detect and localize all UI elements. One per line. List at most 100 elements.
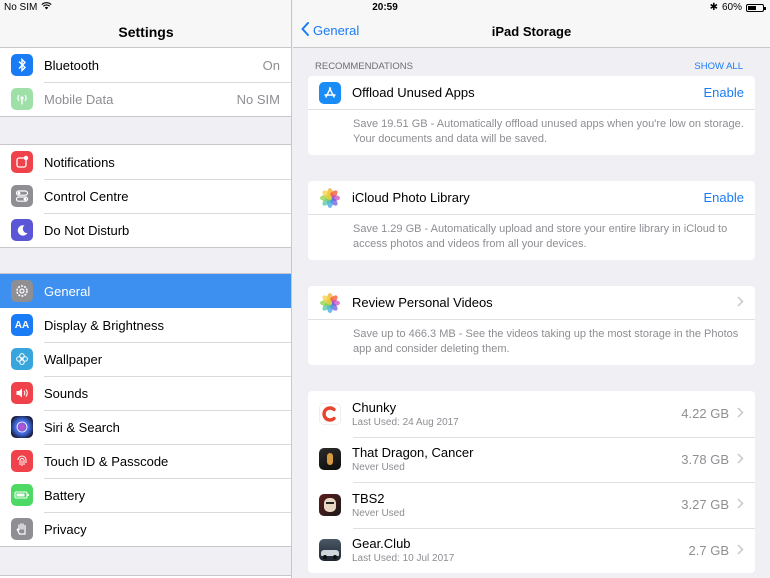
enable-button[interactable]: Enable: [704, 190, 744, 205]
sidebar-item-label: Do Not Disturb: [44, 222, 130, 238]
sidebar-item-label: Privacy: [44, 521, 87, 537]
recommendation-title: Offload Unused Apps: [352, 85, 475, 100]
sidebar-item-label: Notifications: [44, 154, 115, 170]
recommendation-card-icloud-photos: iCloud Photo Library Enable Save 1.29 GB…: [308, 181, 755, 260]
sidebar-item-value: On: [262, 57, 280, 73]
app-size: 2.7 GB: [688, 542, 729, 558]
sidebar-item-label: Display & Brightness: [44, 317, 164, 333]
notifications-icon: [11, 151, 33, 173]
storage-panel: General iPad Storage RECOMMENDATIONS SHO…: [293, 0, 770, 578]
that-dragon-cancer-app-icon: [319, 448, 341, 471]
recommendations-header: RECOMMENDATIONS SHOW ALL: [293, 48, 770, 76]
recommendation-description: Save 19.51 GB - Automatically offload un…: [353, 118, 744, 145]
bluetooth-status-icon: ✱: [709, 2, 718, 13]
status-bar: No SIM 20:59 ✱ 60%: [0, 0, 770, 16]
sidebar-item-battery[interactable]: Battery: [0, 478, 291, 512]
sidebar-item-notifications[interactable]: Notifications: [0, 145, 291, 179]
speaker-icon: [11, 382, 33, 404]
recommendation-description: Save up to 466.3 MB - See the videos tak…: [353, 328, 739, 355]
recommendation-card-offload: Offload Unused Apps Enable Save 19.51 GB…: [308, 76, 755, 155]
sidebar-item-touch-id[interactable]: Touch ID & Passcode: [0, 444, 291, 478]
sidebar-item-do-not-disturb[interactable]: Do Not Disturb: [0, 213, 291, 247]
sidebar-item-privacy[interactable]: Privacy: [0, 512, 291, 546]
sidebar-item-display-brightness[interactable]: AA Display & Brightness: [0, 308, 291, 342]
moon-icon: [11, 219, 33, 241]
chevron-right-icon: [737, 406, 744, 421]
siri-icon: [11, 416, 33, 438]
app-name: Chunky: [352, 399, 397, 415]
app-store-icon: [319, 81, 341, 104]
app-last-used: Never Used: [352, 462, 405, 474]
recommendation-description: Save 1.29 GB - Automatically upload and …: [353, 223, 728, 250]
sidebar-item-mobile-data[interactable]: Mobile Data No SIM: [0, 82, 291, 116]
recommendation-row[interactable]: Review Personal Videos: [308, 286, 755, 320]
recommendation-title: Review Personal Videos: [352, 295, 493, 310]
chevron-right-icon: [737, 497, 744, 512]
app-row-that-dragon-cancer[interactable]: That Dragon, Cancer Never Used 3.78 GB: [308, 436, 755, 483]
battery-fill: [748, 5, 757, 10]
sidebar-item-sounds[interactable]: Sounds: [0, 376, 291, 410]
chevron-right-icon: [737, 452, 744, 467]
recommendation-title: iCloud Photo Library: [352, 190, 470, 205]
app-row-chunky[interactable]: Chunky Last Used: 24 Aug 2017 4.22 GB: [308, 391, 755, 437]
sidebar-item-label: Siri & Search: [44, 419, 120, 435]
app-name: That Dragon, Cancer: [352, 445, 474, 461]
app-name: Gear.Club: [352, 536, 411, 552]
chevron-right-icon: [737, 543, 744, 558]
sidebar-item-label: Mobile Data: [44, 91, 114, 107]
app-size: 4.22 GB: [681, 406, 729, 422]
app-last-used: Last Used: 10 Jul 2017: [352, 553, 455, 565]
settings-sidebar: Settings Bluetooth On Mobile Data No SIM…: [0, 0, 292, 578]
enable-button[interactable]: Enable: [704, 85, 744, 100]
photos-icon: [319, 291, 341, 314]
sidebar-group-system: General AA Display & Brightness Wallpape…: [0, 273, 291, 547]
app-storage-list: Chunky Last Used: 24 Aug 2017 4.22 GB Th…: [308, 391, 755, 573]
battery-status-icon: [746, 3, 766, 12]
clock: 20:59: [372, 2, 398, 13]
gear-club-app-icon: [319, 539, 341, 562]
app-row-tbs2[interactable]: TBS2 Never Used 3.27 GB: [308, 482, 755, 528]
recommendations-title: RECOMMENDATIONS: [315, 61, 413, 72]
sidebar-item-bluetooth[interactable]: Bluetooth On: [0, 48, 291, 82]
sidebar-item-general[interactable]: General: [0, 274, 291, 308]
chevron-right-icon: [737, 295, 744, 310]
recommendation-row: Offload Unused Apps Enable: [308, 76, 755, 110]
app-last-used: Last Used: 24 Aug 2017: [352, 416, 459, 428]
sidebar-item-siri-search[interactable]: Siri & Search: [0, 410, 291, 444]
battery-icon: [11, 484, 33, 506]
sidebar-item-label: Control Centre: [44, 188, 129, 204]
sidebar-title: Settings: [118, 24, 174, 40]
sidebar-item-label: Touch ID & Passcode: [44, 453, 169, 469]
hand-icon: [11, 518, 33, 540]
chunky-app-icon: [319, 402, 341, 425]
antenna-icon: [11, 88, 33, 110]
app-size: 3.27 GB: [681, 497, 729, 513]
sidebar-item-control-centre[interactable]: Control Centre: [0, 179, 291, 213]
sidebar-group-alerts: Notifications Control Centre Do Not Dist…: [0, 144, 291, 248]
recommendation-card-review-videos[interactable]: Review Personal Videos Save up to 466.3 …: [308, 286, 755, 365]
gear-icon: [11, 280, 33, 302]
flower-icon: [11, 348, 33, 370]
sidebar-item-label: Wallpaper: [44, 351, 103, 367]
text-size-icon: AA: [11, 314, 33, 336]
photos-icon: [319, 186, 341, 209]
sidebar-item-label: General: [44, 283, 91, 299]
sidebar-item-label: Sounds: [44, 385, 89, 401]
app-name: TBS2: [352, 490, 385, 506]
show-all-link[interactable]: SHOW ALL: [694, 61, 743, 72]
sidebar-item-value: No SIM: [236, 91, 280, 107]
switches-icon: [11, 185, 33, 207]
app-last-used: Never Used: [352, 507, 405, 519]
tbs2-app-icon: [319, 493, 341, 516]
sidebar-item-wallpaper[interactable]: Wallpaper: [0, 342, 291, 376]
bluetooth-icon: [11, 54, 33, 76]
page-title: iPad Storage: [491, 24, 572, 39]
app-size: 3.78 GB: [681, 451, 729, 467]
sidebar-group-connectivity: Bluetooth On Mobile Data No SIM: [0, 48, 291, 117]
fingerprint-icon: [11, 450, 33, 472]
recommendation-row: iCloud Photo Library Enable: [308, 181, 755, 215]
app-row-gear-club[interactable]: Gear.Club Last Used: 10 Jul 2017 2.7 GB: [308, 527, 755, 574]
sidebar-item-label: Bluetooth: [44, 57, 99, 73]
sidebar-item-label: Battery: [44, 487, 86, 503]
battery-percent: 60%: [721, 2, 742, 13]
